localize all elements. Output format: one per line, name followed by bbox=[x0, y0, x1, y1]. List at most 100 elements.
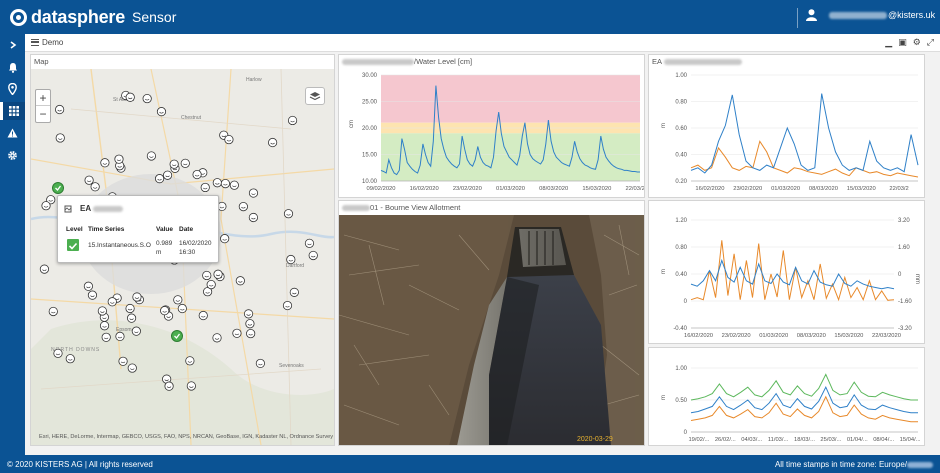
station-marker-icon[interactable] bbox=[100, 158, 110, 168]
series-line[interactable] bbox=[690, 93, 919, 174]
station-marker-icon[interactable] bbox=[304, 238, 315, 248]
minimize-icon[interactable]: ▁ bbox=[885, 37, 892, 48]
station-marker-icon[interactable] bbox=[308, 250, 318, 261]
series-line[interactable] bbox=[690, 395, 918, 423]
warning-icon[interactable] bbox=[0, 124, 25, 142]
series-line[interactable] bbox=[690, 140, 919, 178]
station-marker-icon[interactable] bbox=[192, 169, 202, 180]
station-marker-icon[interactable] bbox=[154, 174, 165, 184]
panel-title: /Water Level [cm] bbox=[342, 57, 472, 66]
series-line[interactable] bbox=[690, 240, 895, 302]
station-marker-icon[interactable] bbox=[173, 295, 183, 305]
station-marker-icon[interactable] bbox=[53, 348, 63, 358]
station-marker-icon[interactable] bbox=[90, 182, 100, 192]
station-marker-icon[interactable] bbox=[101, 332, 111, 342]
station-marker-icon[interactable] bbox=[115, 331, 125, 342]
dashboard-grid-icon[interactable] bbox=[0, 102, 25, 120]
fullscreen-icon[interactable]: ⤢ bbox=[927, 37, 934, 48]
ea-chart-3[interactable]: 1.00 0.50 0 m 19/02/... 26/02/... 04/03/... 11/… bbox=[649, 349, 924, 446]
station-marker-icon[interactable] bbox=[48, 306, 58, 317]
station-marker-icon[interactable] bbox=[83, 281, 94, 291]
zoom-out-button[interactable]: − bbox=[36, 106, 50, 122]
station-marker-icon[interactable] bbox=[248, 188, 259, 198]
station-marker-icon[interactable] bbox=[287, 115, 298, 126]
y-axis-label: cm bbox=[349, 120, 355, 128]
expand-sidebar-icon[interactable] bbox=[0, 36, 25, 54]
station-marker-icon[interactable] bbox=[99, 321, 110, 331]
series-line[interactable] bbox=[690, 373, 918, 401]
station-marker-icon[interactable] bbox=[268, 137, 278, 148]
station-marker-icon[interactable] bbox=[212, 178, 222, 188]
station-marker-icon[interactable] bbox=[283, 209, 294, 219]
station-marker-icon[interactable] bbox=[245, 319, 255, 329]
station-marker-icon[interactable] bbox=[169, 159, 179, 169]
station-marker-icon[interactable] bbox=[289, 287, 299, 297]
user-menu[interactable]: @kisters.uk ⌄ bbox=[806, 9, 940, 21]
gear-icon[interactable] bbox=[0, 146, 25, 164]
station-marker-icon[interactable] bbox=[213, 269, 223, 279]
station-marker-icon[interactable] bbox=[97, 306, 107, 316]
station-marker-icon[interactable] bbox=[212, 333, 222, 343]
station-marker-icon[interactable] bbox=[87, 290, 98, 300]
station-marker-icon[interactable] bbox=[255, 358, 265, 369]
station-marker-icon[interactable] bbox=[232, 328, 242, 338]
ea-chart-1[interactable]: 1.00 0.80 0.60 0.40 0.20 m 16/02/2020 23/02/202… bbox=[649, 67, 924, 197]
station-marker-icon[interactable] bbox=[107, 297, 117, 307]
station-marker-ok-icon[interactable] bbox=[171, 330, 183, 342]
water-level-chart[interactable]: 30.00 25.00 20.00 15.00 10.00 cm 09/02/2020 16/… bbox=[339, 67, 644, 197]
station-marker-icon[interactable] bbox=[142, 93, 152, 104]
station-marker-icon[interactable] bbox=[235, 276, 245, 286]
station-marker-icon[interactable] bbox=[282, 300, 293, 311]
series-name[interactable]: 15.Instantaneous.S.O bbox=[88, 242, 151, 249]
station-marker-icon[interactable] bbox=[65, 354, 75, 364]
menu-icon[interactable] bbox=[31, 39, 39, 46]
station-marker-icon[interactable] bbox=[164, 381, 174, 391]
station-marker-icon[interactable] bbox=[132, 292, 142, 302]
station-marker-icon[interactable] bbox=[248, 212, 258, 223]
ea-chart-2[interactable]: 1.200.800.400-0.403.201.600-1.60-3.20mmm… bbox=[649, 202, 924, 344]
station-marker-icon[interactable] bbox=[202, 270, 212, 281]
layers-button[interactable] bbox=[305, 87, 325, 105]
station-marker-icon[interactable] bbox=[160, 306, 170, 316]
station-marker-icon[interactable] bbox=[41, 201, 51, 211]
station-marker-icon[interactable] bbox=[127, 363, 137, 373]
station-marker-icon[interactable] bbox=[246, 328, 256, 339]
station-marker-icon[interactable] bbox=[220, 178, 230, 189]
station-marker-icon[interactable] bbox=[180, 158, 190, 168]
station-marker-icon[interactable] bbox=[39, 264, 50, 274]
camera-image[interactable]: 2020-03-29 bbox=[339, 215, 644, 446]
station-marker-icon[interactable] bbox=[206, 279, 216, 290]
station-marker-icon[interactable] bbox=[125, 92, 135, 102]
station-marker-icon[interactable] bbox=[84, 175, 94, 185]
station-marker-icon[interactable] bbox=[126, 313, 137, 323]
gear-icon[interactable]: ⚙ bbox=[913, 37, 921, 48]
station-marker-icon[interactable] bbox=[55, 133, 65, 143]
station-marker-icon[interactable] bbox=[118, 356, 128, 366]
station-marker-icon[interactable] bbox=[238, 202, 248, 212]
layout-icon[interactable]: ▣ bbox=[898, 37, 907, 48]
station-marker-icon[interactable] bbox=[156, 107, 167, 117]
station-marker-icon[interactable] bbox=[177, 303, 187, 314]
station-marker-icon[interactable] bbox=[185, 356, 195, 366]
station-marker-icon[interactable] bbox=[114, 154, 124, 164]
station-marker-icon[interactable] bbox=[162, 170, 173, 180]
station-marker-icon[interactable] bbox=[220, 234, 230, 244]
station-marker-icon[interactable] bbox=[198, 310, 208, 321]
station-marker-icon[interactable] bbox=[286, 254, 296, 265]
station-marker-icon[interactable] bbox=[131, 326, 141, 336]
station-marker-icon[interactable] bbox=[229, 180, 239, 190]
station-marker-icon[interactable] bbox=[125, 303, 135, 314]
station-marker-icon[interactable] bbox=[243, 309, 254, 319]
station-marker-icon[interactable] bbox=[186, 381, 196, 391]
y-tick-label: 1.00 bbox=[675, 73, 687, 79]
station-marker-ok-icon[interactable] bbox=[52, 182, 64, 194]
zoom-in-button[interactable]: + bbox=[36, 90, 50, 106]
station-marker-icon[interactable] bbox=[146, 151, 156, 161]
station-marker-icon[interactable] bbox=[224, 134, 234, 145]
station-marker-icon[interactable] bbox=[55, 104, 65, 115]
datasphere-logo[interactable]: datasphere bbox=[10, 7, 125, 27]
bell-icon[interactable] bbox=[0, 58, 25, 76]
location-pin-icon[interactable] bbox=[0, 80, 25, 98]
station-marker-icon[interactable] bbox=[200, 182, 210, 193]
level-ok-badge bbox=[67, 239, 79, 251]
